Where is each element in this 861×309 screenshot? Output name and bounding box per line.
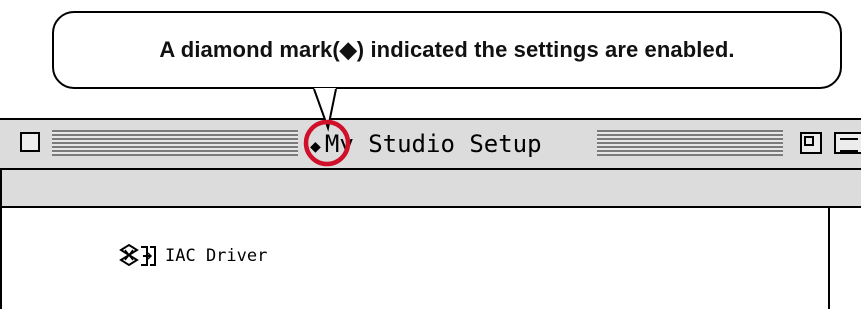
title-bar-stripes-right bbox=[597, 130, 783, 156]
enabled-diamond-marker: ◆ bbox=[310, 136, 321, 157]
zoom-box-button[interactable] bbox=[800, 132, 822, 154]
close-box-button[interactable] bbox=[20, 132, 40, 152]
device-label: IAC Driver bbox=[165, 246, 268, 266]
window-toolbar bbox=[0, 170, 861, 208]
title-bar-stripes-left bbox=[52, 130, 298, 156]
studio-setup-window: ◆ My Studio Setup IAC Driver bbox=[0, 118, 861, 309]
callout-text: A diamond mark(◆) indicated the settings… bbox=[159, 37, 735, 62]
title-bar[interactable]: ◆ My Studio Setup bbox=[0, 120, 861, 170]
window-title-label: My Studio Setup bbox=[324, 130, 542, 158]
window-title: ◆ My Studio Setup bbox=[304, 128, 548, 160]
window-content: IAC Driver bbox=[0, 208, 861, 309]
device-item[interactable]: IAC Driver bbox=[117, 242, 267, 270]
callout-bubble: A diamond mark(◆) indicated the settings… bbox=[52, 11, 842, 89]
collapse-box-button[interactable] bbox=[834, 132, 861, 154]
midi-driver-icon bbox=[119, 243, 156, 267]
content-divider bbox=[828, 208, 830, 309]
